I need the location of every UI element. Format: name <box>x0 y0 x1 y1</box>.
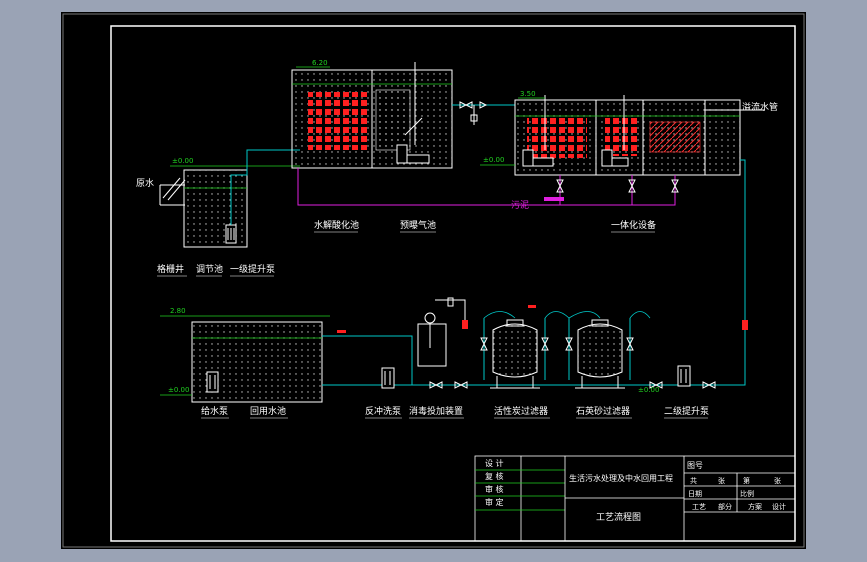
tb-check: 审 核 <box>485 484 504 494</box>
tb-project: 生活污水处理及中水回用工程 <box>569 473 673 483</box>
lift-pump-1-label: 一级提升泵 <box>230 263 275 275</box>
sludge-label: 污泥 <box>511 199 529 211</box>
pre-aeration-label: 预曝气池 <box>400 219 436 231</box>
level-620: 6.20 <box>312 59 328 67</box>
tb-review: 复 核 <box>485 471 504 481</box>
tb-scheme: 方案 <box>748 502 762 511</box>
overflow-pipe-label: 溢流水管 <box>742 101 778 113</box>
equalization-tank <box>183 169 248 248</box>
tb-part: 部分 <box>718 502 732 511</box>
cad-drawing: ±0.00 6.20 3.50 ±0.00 溢流水管 污泥 原水 格栅井 调节池… <box>61 12 806 549</box>
level-ground-left: ±0.00 <box>172 157 193 165</box>
tb-approve: 审 定 <box>485 497 504 507</box>
integrated-label: 一体化设备 <box>611 219 656 231</box>
tb-total: 共 <box>690 476 697 485</box>
reuse-water-pool <box>191 321 323 403</box>
tb-stage: 设计 <box>772 502 786 511</box>
tb-scale: 比例 <box>740 489 754 498</box>
tb-date: 日期 <box>688 490 702 498</box>
tb-zhang2: 张 <box>774 476 781 485</box>
hydrolysis-label: 水解酸化池 <box>314 219 359 231</box>
aeration-pump-icon <box>396 144 408 164</box>
dosing-label: 消毒投加装置 <box>409 405 463 417</box>
equalization-label: 调节池 <box>196 263 223 275</box>
backwash-pump <box>381 367 395 389</box>
backwash-pump-label: 反冲洗泵 <box>365 405 401 417</box>
level-350: 3.50 <box>520 90 536 98</box>
hydrolysis-media <box>308 92 368 150</box>
carbon-filter-label: 活性炭过滤器 <box>494 405 548 417</box>
tb-sheet-no: 第 <box>743 476 750 485</box>
level-ground-low-left: ±0.00 <box>168 386 189 394</box>
lift-pump-2 <box>677 365 691 387</box>
tb-process: 工艺 <box>692 503 706 511</box>
reuse-pool-label: 回用水池 <box>250 405 286 417</box>
level-280: 2.80 <box>170 307 186 315</box>
tb-drawing-no: 图号 <box>687 461 703 470</box>
level-ground-low-right: ±0.00 <box>638 386 659 394</box>
integrated-equipment <box>514 95 741 176</box>
raw-water-label: 原水 <box>136 177 154 189</box>
supply-pump-icon <box>206 371 219 393</box>
tb-drawing-title: 工艺流程图 <box>596 511 641 523</box>
level-ground-mid: ±0.00 <box>483 156 504 164</box>
supply-pump-label: 给水泵 <box>201 405 228 417</box>
lift-pump-2-label: 二级提升泵 <box>664 405 709 417</box>
tb-zhang: 张 <box>718 476 725 485</box>
hydrolysis-tank <box>291 62 453 169</box>
tb-design: 设 计 <box>485 458 504 468</box>
sand-filter-label: 石英砂过滤器 <box>576 405 630 417</box>
grit-well-label: 格栅井 <box>157 263 184 275</box>
